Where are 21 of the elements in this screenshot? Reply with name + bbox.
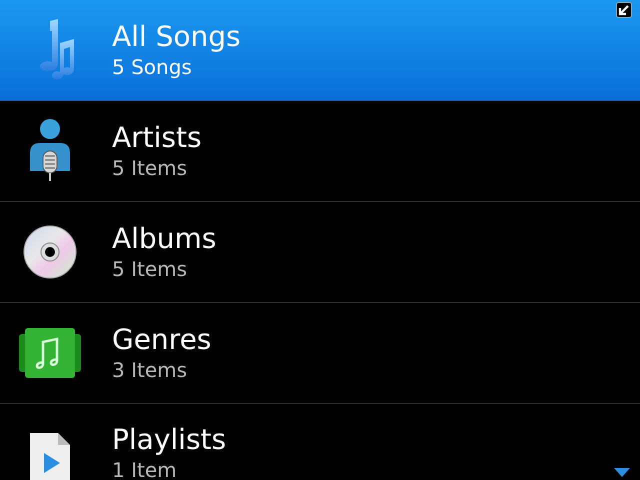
item-count: 5 Songs	[112, 54, 193, 80]
list-item[interactable]: Artists 5 Items	[0, 101, 640, 202]
item-count: 1 Item	[112, 457, 178, 480]
list-item[interactable]: All Songs 5 Songs	[0, 0, 640, 101]
singer-microphone-icon	[28, 119, 72, 183]
list-item[interactable]: Genres 3 Items	[0, 303, 640, 404]
minimize-arrow-icon[interactable]	[616, 2, 632, 18]
item-title: Playlists	[112, 423, 226, 457]
item-title: Artists	[112, 121, 202, 155]
list-item[interactable]: Albums 5 Items	[0, 202, 640, 303]
scroll-down-icon[interactable]	[614, 468, 630, 477]
cd-disc-icon	[23, 225, 77, 279]
list-item[interactable]: Playlists 1 Item	[0, 404, 640, 480]
play-file-icon	[28, 431, 72, 480]
item-count: 3 Items	[112, 357, 188, 383]
item-title: Genres	[112, 323, 212, 357]
item-count: 5 Items	[112, 256, 188, 282]
item-count: 5 Items	[112, 155, 188, 181]
item-title: All Songs	[112, 20, 241, 54]
music-note-folder-icon	[19, 328, 81, 378]
item-title: Albums	[112, 222, 216, 256]
